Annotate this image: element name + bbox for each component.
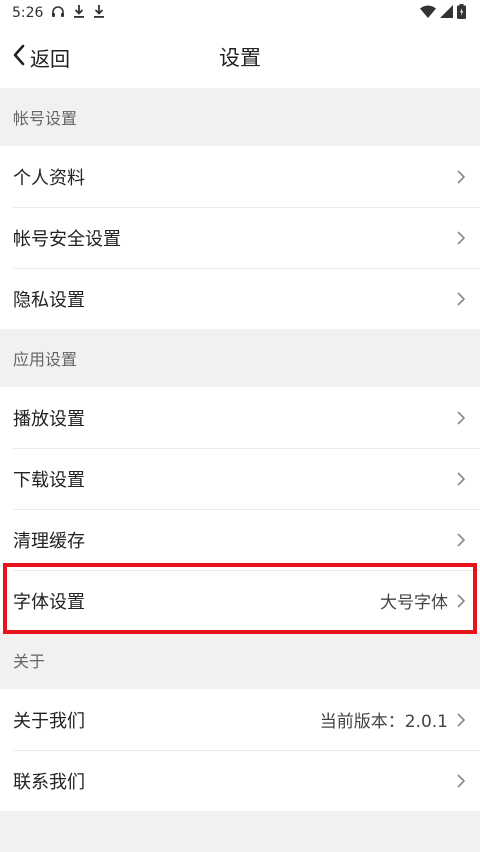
- row-clear-cache[interactable]: 清理缓存: [0, 509, 480, 570]
- row-about-us[interactable]: 关于我们 当前版本：2.0.1: [0, 689, 480, 750]
- chevron-left-icon: [12, 44, 26, 71]
- status-bar: 5:26: [0, 0, 480, 26]
- back-label: 返回: [30, 46, 70, 71]
- page-title: 设置: [219, 46, 261, 70]
- headphones-icon: [51, 5, 65, 22]
- section-header-account: 帐号设置: [0, 88, 480, 146]
- chevron-right-icon: [456, 410, 466, 426]
- back-button[interactable]: 返回: [12, 26, 70, 88]
- download-icon: [93, 4, 105, 22]
- chevron-right-icon: [456, 712, 466, 728]
- row-value: 大号字体: [380, 593, 448, 613]
- row-font-settings[interactable]: 字体设置 大号字体: [0, 570, 480, 631]
- row-label: 关于我们: [13, 710, 85, 732]
- row-account-security[interactable]: 帐号安全设置: [0, 207, 480, 268]
- wifi-icon: [420, 5, 436, 22]
- battery-icon: [457, 3, 466, 23]
- row-label: 帐号安全设置: [13, 228, 121, 250]
- row-contact-us[interactable]: 联系我们: [0, 750, 480, 811]
- signal-icon: [440, 4, 453, 22]
- row-profile[interactable]: 个人资料: [0, 146, 480, 207]
- row-value: 当前版本：2.0.1: [319, 712, 448, 732]
- row-download[interactable]: 下载设置: [0, 448, 480, 509]
- row-playback[interactable]: 播放设置: [0, 387, 480, 448]
- row-label: 联系我们: [13, 771, 85, 793]
- row-label: 字体设置: [13, 591, 85, 613]
- download-icon: [73, 4, 85, 22]
- row-label: 播放设置: [13, 408, 85, 430]
- chevron-right-icon: [456, 230, 466, 246]
- chevron-right-icon: [456, 773, 466, 789]
- row-privacy[interactable]: 隐私设置: [0, 268, 480, 329]
- chevron-right-icon: [456, 471, 466, 487]
- chevron-right-icon: [456, 593, 466, 609]
- row-label: 清理缓存: [13, 530, 85, 552]
- status-right: [420, 3, 466, 23]
- section-header-app: 应用设置: [0, 329, 480, 387]
- row-label: 个人资料: [13, 167, 85, 189]
- status-left: 5:26: [12, 4, 105, 22]
- chevron-right-icon: [456, 291, 466, 307]
- nav-bar: 返回 设置: [0, 26, 480, 88]
- status-time: 5:26: [12, 5, 44, 21]
- row-label: 下载设置: [13, 469, 85, 491]
- chevron-right-icon: [456, 169, 466, 185]
- row-label: 隐私设置: [13, 289, 85, 311]
- section-header-about: 关于: [0, 631, 480, 689]
- chevron-right-icon: [456, 532, 466, 548]
